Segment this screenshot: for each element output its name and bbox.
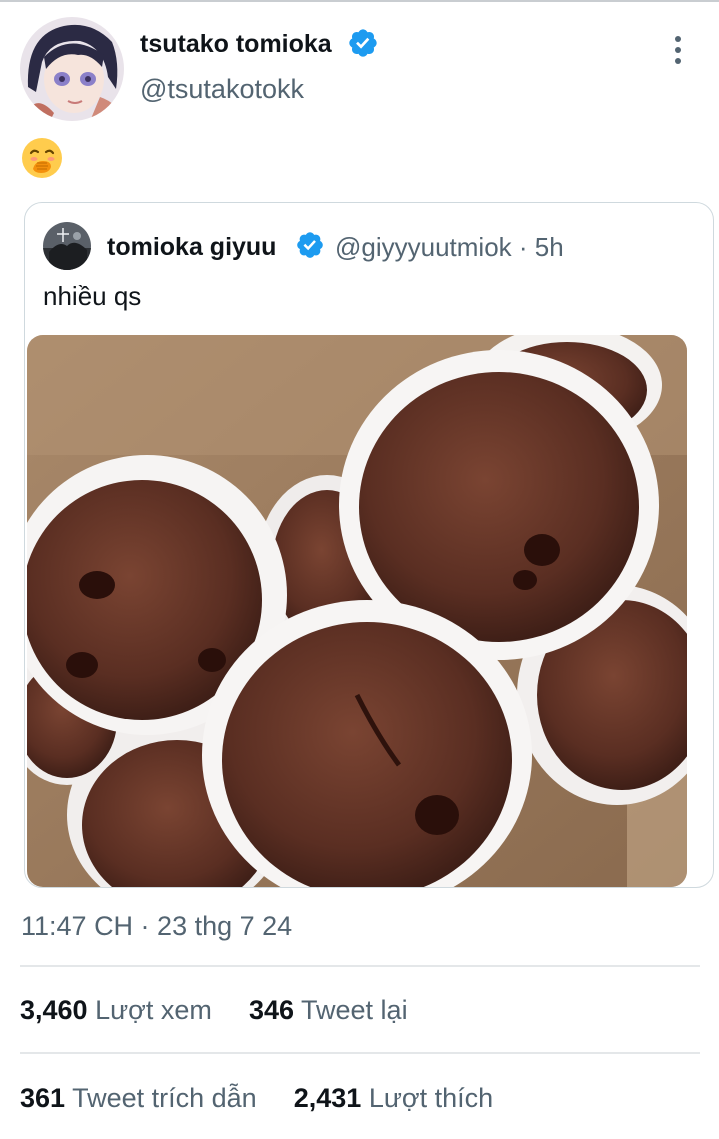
- verified-badge-icon: [347, 27, 379, 59]
- more-options-icon[interactable]: [664, 30, 692, 70]
- quoted-tweet-photo[interactable]: [27, 335, 687, 887]
- quote-tweets-label[interactable]: Tweet trích dẫn: [72, 1083, 257, 1113]
- retweets-count[interactable]: 346: [249, 995, 294, 1025]
- quoted-display-name[interactable]: tomioka giyuu: [107, 231, 276, 263]
- retweets-label[interactable]: Tweet lại: [301, 995, 408, 1025]
- author-avatar[interactable]: [20, 17, 124, 121]
- stats-row-quotes-likes: 361 Tweet trích dẫn 2,431 Lượt thích: [20, 1080, 493, 1116]
- tweet-timestamp[interactable]: 11:47 CH · 23 thg 7 24: [21, 908, 292, 944]
- views-count: 3,460: [20, 995, 88, 1025]
- stats-row-views-retweets: 3,460 Lượt xem 346 Tweet lại: [20, 992, 408, 1028]
- quoted-tweet-text: nhiều qs: [43, 281, 142, 311]
- quoted-verified-badge-icon: [295, 230, 325, 260]
- stats-divider-middle: [20, 1052, 700, 1054]
- likes-count[interactable]: 2,431: [294, 1083, 362, 1113]
- quoted-author-avatar[interactable]: [43, 222, 91, 270]
- author-handle[interactable]: @tsutakotokk: [140, 72, 304, 106]
- hand-over-mouth-emoji-icon: [21, 137, 63, 179]
- likes-label[interactable]: Lượt thích: [369, 1083, 493, 1113]
- top-divider: [0, 0, 719, 2]
- quote-tweets-count[interactable]: 361: [20, 1083, 65, 1113]
- quoted-tweet-card[interactable]: tomioka giyuu @giyyyuutmiok · 5h nhiều q…: [24, 202, 714, 888]
- quoted-handle-and-time[interactable]: @giyyyuutmiok · 5h: [335, 231, 564, 263]
- views-label: Lượt xem: [95, 995, 212, 1025]
- author-display-name[interactable]: tsutako tomioka: [140, 28, 332, 60]
- stats-divider-top: [20, 965, 700, 967]
